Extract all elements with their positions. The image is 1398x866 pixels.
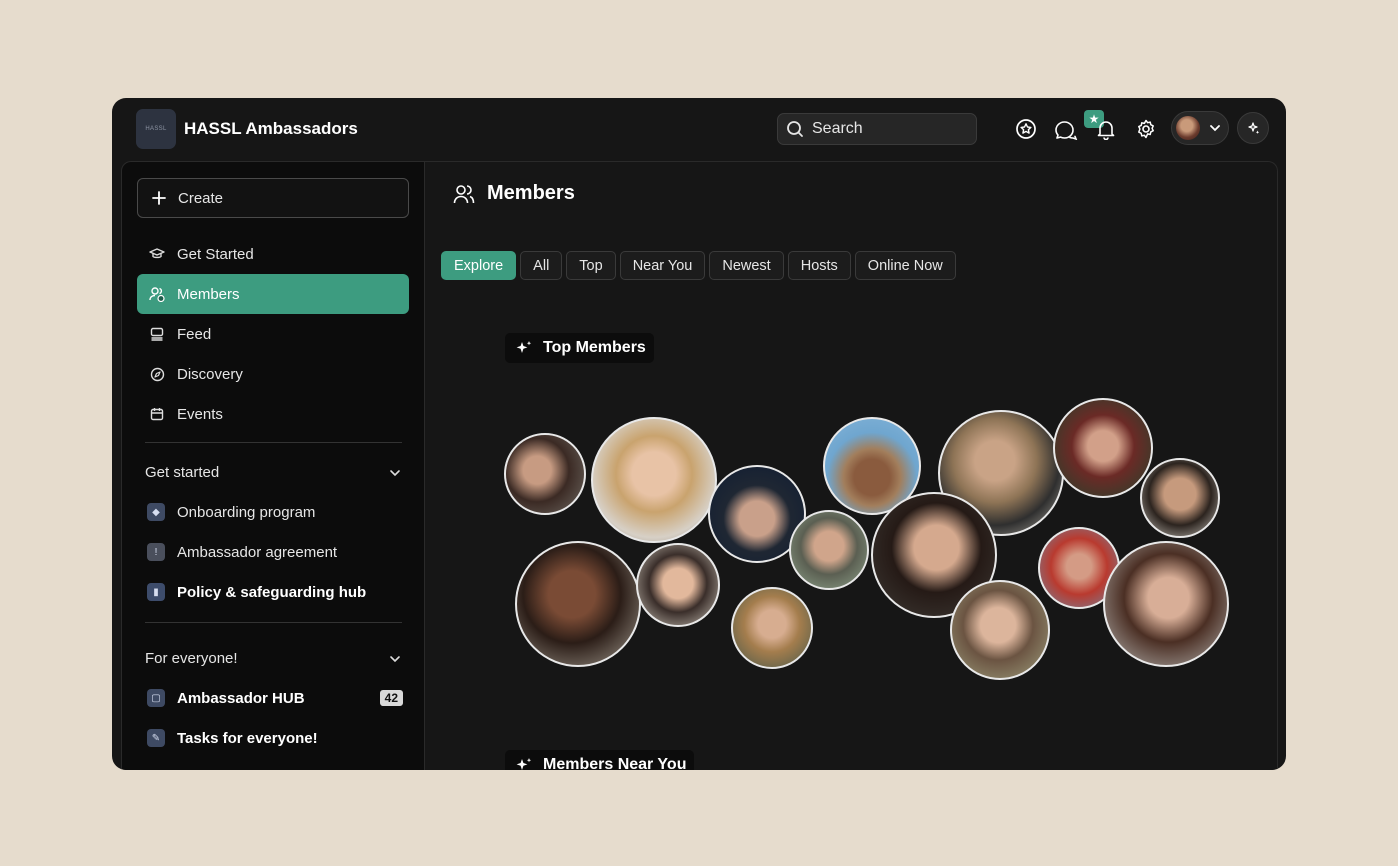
tab-top[interactable]: Top <box>566 251 616 280</box>
sidebar-item-get-started[interactable]: Get Started <box>137 234 409 274</box>
chat-space-icon: ▢ <box>147 689 165 707</box>
graduation-cap-icon <box>149 246 165 262</box>
page-header: Members <box>453 182 575 205</box>
sparkle-icon <box>516 758 532 770</box>
sidebar-item-policy-hub[interactable]: ▮ Policy & safeguarding hub <box>147 580 403 604</box>
sidebar: Create Get Started Members Feed Discover… <box>121 161 425 770</box>
page-title: Members <box>487 182 575 204</box>
member-avatar[interactable] <box>789 510 869 590</box>
compass-icon <box>149 366 165 382</box>
onboarding-space-icon: ◆ <box>147 503 165 521</box>
users-icon <box>149 286 165 302</box>
member-avatar[interactable] <box>591 417 717 543</box>
sidebar-item-events[interactable]: Events <box>137 394 409 434</box>
search-icon <box>787 121 803 137</box>
avatar <box>1176 116 1200 140</box>
sidebar-group-get-started[interactable]: Get started <box>145 464 401 481</box>
top-members-heading: Top Members <box>505 333 654 363</box>
sidebar-item-ambassador-agreement[interactable]: ! Ambassador agreement <box>147 540 403 564</box>
sidebar-item-onboarding-program[interactable]: ◆ Onboarding program <box>147 500 403 524</box>
chevron-down-icon <box>390 469 400 476</box>
sidebar-divider <box>145 442 402 443</box>
tab-all[interactable]: All <box>520 251 563 280</box>
shield-space-icon: ▮ <box>147 583 165 601</box>
sidebar-item-discovery[interactable]: Discovery <box>137 354 409 394</box>
member-filter-tabs: Explore All Top Near You Newest Hosts On… <box>441 251 956 280</box>
tab-online-now[interactable]: Online Now <box>854 251 956 280</box>
star-circle-icon[interactable] <box>1013 116 1039 142</box>
ai-assistant-button[interactable] <box>1237 112 1269 144</box>
plus-icon <box>152 191 166 205</box>
sidebar-item-members[interactable]: Members <box>137 274 409 314</box>
bell-icon[interactable] <box>1093 116 1119 142</box>
unread-count-badge: 42 <box>379 690 403 706</box>
tab-explore[interactable]: Explore <box>441 251 517 280</box>
member-avatar[interactable] <box>504 433 586 515</box>
member-avatar[interactable] <box>515 541 641 667</box>
tab-near-you[interactable]: Near You <box>619 251 706 280</box>
sidebar-item-ambassador-hub[interactable]: ▢ Ambassador HUB 42 <box>147 686 403 710</box>
sidebar-group-for-everyone[interactable]: For everyone! <box>145 650 401 667</box>
member-avatar[interactable] <box>1103 541 1229 667</box>
alert-space-icon: ! <box>147 543 165 561</box>
search-box[interactable] <box>777 113 977 145</box>
member-avatar[interactable] <box>1053 398 1153 498</box>
profile-menu-button[interactable] <box>1171 111 1229 145</box>
community-title[interactable]: HASSL Ambassadors <box>184 119 358 139</box>
feed-icon <box>149 326 165 342</box>
community-logo[interactable]: HASSL <box>136 109 176 149</box>
tasks-space-icon: ✎ <box>147 729 165 747</box>
member-avatar[interactable] <box>950 580 1050 680</box>
sidebar-divider <box>145 622 402 623</box>
chevron-down-icon <box>390 655 400 662</box>
member-avatar[interactable] <box>1140 458 1220 538</box>
sidebar-item-tasks-for-everyone[interactable]: ✎ Tasks for everyone! <box>147 726 403 750</box>
gear-icon[interactable] <box>1133 116 1159 142</box>
members-near-you-heading: Members Near You <box>505 750 695 770</box>
sparkle-icon <box>1248 122 1260 134</box>
tab-hosts[interactable]: Hosts <box>787 251 851 280</box>
calendar-icon <box>149 406 165 422</box>
chevron-down-icon <box>1210 125 1220 132</box>
member-avatar[interactable] <box>636 543 720 627</box>
search-input[interactable] <box>812 120 962 138</box>
top-bar: HASSL HASSL Ambassadors ★ <box>112 98 1286 160</box>
app-window: HASSL HASSL Ambassadors ★ Cre <box>112 98 1286 770</box>
users-icon <box>453 184 475 203</box>
sparkle-icon <box>516 341 532 353</box>
create-button[interactable]: Create <box>137 178 409 218</box>
sidebar-item-feed[interactable]: Feed <box>137 314 409 354</box>
main-content: Members Explore All Top Near You Newest … <box>425 161 1278 770</box>
member-avatar[interactable] <box>731 587 813 669</box>
tab-newest[interactable]: Newest <box>709 251 784 280</box>
chat-bubbles-icon[interactable] <box>1053 116 1079 142</box>
